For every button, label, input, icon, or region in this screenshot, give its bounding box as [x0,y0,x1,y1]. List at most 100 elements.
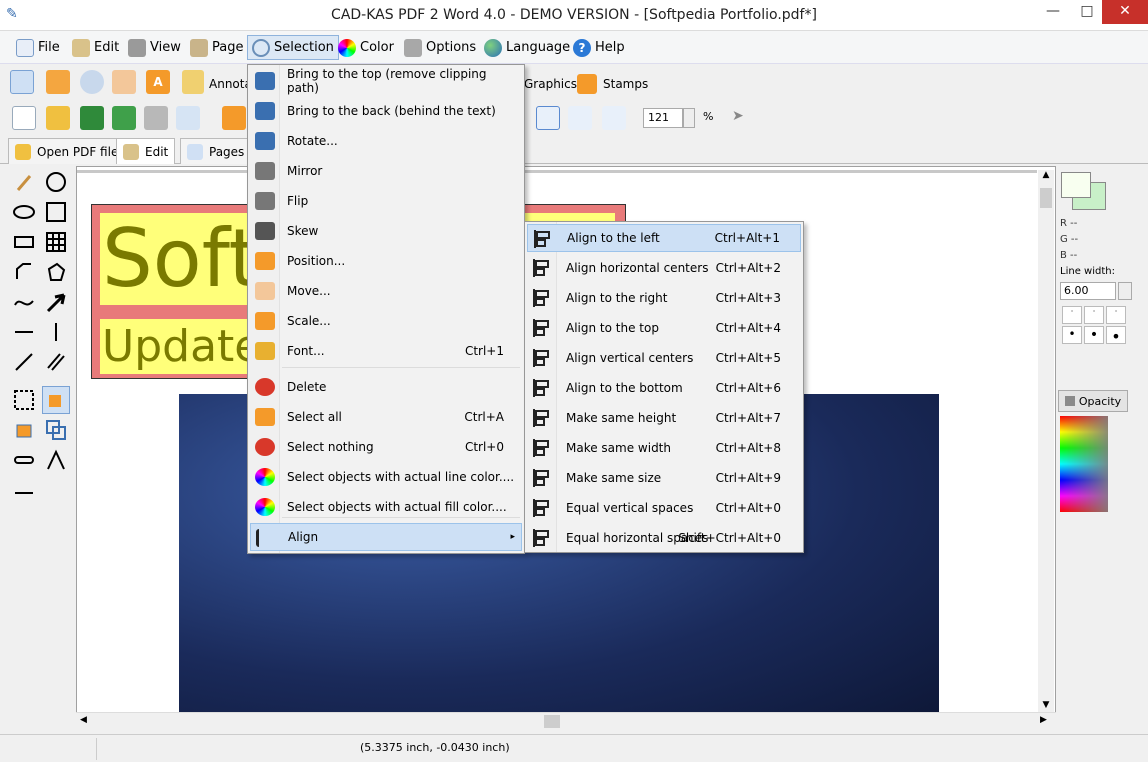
stamps-label[interactable]: Stamps [603,77,648,91]
zoom-button[interactable] [80,70,104,94]
baseline-tool[interactable] [10,476,38,504]
rectangle-tool[interactable] [42,198,70,226]
horizontal-scroll-thumb[interactable] [544,715,560,728]
close-button[interactable]: ✕ [1102,0,1148,24]
zoom-spinner[interactable] [683,108,695,128]
brush-tool[interactable] [10,168,38,196]
text-tool-button[interactable]: A [146,70,170,94]
group-select-tool[interactable] [42,416,70,444]
dot-size-5[interactable]: • [1084,326,1104,344]
line-width-input[interactable]: 6.00 [1060,282,1116,300]
first-page-button[interactable] [222,106,246,130]
table-tool[interactable] [42,228,70,256]
scroll-up-arrow[interactable]: ▲ [1040,170,1052,184]
submenu-item-align-vertical-centers[interactable]: Align vertical centers Ctrl+Alt+5 [527,344,801,372]
menu-selection[interactable]: Selection [247,35,339,60]
fit-height-button[interactable] [568,106,592,130]
hline-tool[interactable] [10,318,38,346]
vertical-scrollbar[interactable]: ▲ ▼ [1038,170,1054,716]
menu-item-bring-to-the-back-behind-the-text[interactable]: Bring to the back (behind the text) [250,97,522,125]
fill-tool[interactable] [42,386,70,414]
maximize-button[interactable]: □ [1070,0,1104,24]
double-line-tool[interactable] [42,348,70,376]
dot-size-6[interactable]: • [1106,326,1126,346]
cursor-icon[interactable]: ➤ [732,108,746,126]
line-color-swatch[interactable] [1061,172,1091,198]
pointer-tool-button[interactable] [10,70,34,94]
menu-item-delete[interactable]: Delete [250,373,522,401]
save-button[interactable] [80,106,104,130]
submenu-item-align-to-the-left[interactable]: Align to the left Ctrl+Alt+1 [527,224,801,252]
menu-item-select-all[interactable]: Select all Ctrl+A [250,403,522,431]
curve-tool[interactable] [10,288,38,316]
print-button[interactable] [144,106,168,130]
menu-edit[interactable]: Edit [68,35,123,60]
menu-view[interactable]: View [124,35,185,60]
color-spectrum[interactable] [1060,416,1108,512]
graphics-label[interactable]: Graphics [524,77,577,91]
dot-size-1[interactable]: · [1062,306,1082,324]
menu-item-mirror[interactable]: Mirror [250,157,522,185]
tab-pages[interactable]: Pages [180,138,252,164]
menu-item-bring-to-the-top-remove-clipping-path[interactable]: Bring to the top (remove clipping path) [250,67,522,95]
opacity-button[interactable]: Opacity [1058,390,1128,412]
submenu-item-make-same-height[interactable]: Make same height Ctrl+Alt+7 [527,404,801,432]
ellipse-tool[interactable] [10,198,38,226]
annotation-label[interactable]: Annota [209,77,252,91]
hand-button[interactable] [112,70,136,94]
thick-line-tool[interactable] [10,446,38,474]
dot-size-3[interactable]: · [1106,306,1126,324]
menu-help[interactable]: ? Help [569,35,629,60]
menu-item-position[interactable]: Position... [250,247,522,275]
save-as-button[interactable] [112,106,136,130]
polyline-tool[interactable] [10,258,38,286]
menu-item-select-nothing[interactable]: Select nothing Ctrl+0 [250,433,522,461]
rect-outline-tool[interactable] [10,228,38,256]
polygon-tool[interactable] [42,258,70,286]
menu-language[interactable]: Language [480,35,574,60]
menu-options[interactable]: Options [400,35,480,60]
scroll-left-arrow[interactable]: ◀ [80,715,87,725]
menu-file[interactable]: File [12,35,64,60]
line-width-spinner[interactable] [1118,282,1132,300]
submenu-item-align-to-the-top[interactable]: Align to the top Ctrl+Alt+4 [527,314,801,342]
tab-edit[interactable]: Edit [116,138,176,164]
fill-select-tool[interactable] [10,416,38,444]
vline-tool[interactable] [42,318,70,346]
menu-item-scale[interactable]: Scale... [250,307,522,335]
dot-size-4[interactable]: • [1062,326,1082,344]
vertical-scroll-thumb[interactable] [1040,188,1052,208]
submenu-item-equal-horizontal-spaces[interactable]: Equal horizontal spaces Shift+Ctrl+Alt+0 [527,524,801,552]
angle-tool[interactable] [42,446,70,474]
submenu-item-align-to-the-right[interactable]: Align to the right Ctrl+Alt+3 [527,284,801,312]
tab-open-pdf[interactable]: Open PDF file [8,138,126,164]
horizontal-scrollbar[interactable]: ◀ ▶ [76,712,1056,730]
arrow-tool[interactable] [42,288,70,316]
submenu-item-make-same-width[interactable]: Make same width Ctrl+Alt+8 [527,434,801,462]
menu-item-skew[interactable]: Skew [250,217,522,245]
submenu-item-align-horizontal-centers[interactable]: Align horizontal centers Ctrl+Alt+2 [527,254,801,282]
select-dashed-tool[interactable] [10,386,38,414]
menu-page[interactable]: Page [186,35,247,60]
menu-item-move[interactable]: Move... [250,277,522,305]
menu-item-font[interactable]: Font... Ctrl+1 [250,337,522,365]
circle-tool[interactable] [42,168,70,196]
open-button[interactable] [46,106,70,130]
line-tool[interactable] [10,348,38,376]
menu-item-select-objects-with-actual-line-color[interactable]: Select objects with actual line color...… [250,463,522,491]
new-button[interactable] [12,106,36,130]
scroll-right-arrow[interactable]: ▶ [1040,715,1047,725]
submenu-item-equal-vertical-spaces[interactable]: Equal vertical spaces Ctrl+Alt+0 [527,494,801,522]
submenu-item-align-to-the-bottom[interactable]: Align to the bottom Ctrl+Alt+6 [527,374,801,402]
zoom-100-button[interactable] [536,106,560,130]
menu-item-rotate[interactable]: Rotate... [250,127,522,155]
select-rect-button[interactable] [46,70,70,94]
menu-item-flip[interactable]: Flip [250,187,522,215]
fit-width-button[interactable] [602,106,626,130]
minimize-button[interactable]: — [1036,0,1070,24]
menu-color[interactable]: Color [334,35,398,60]
submenu-item-make-same-size[interactable]: Make same size Ctrl+Alt+9 [527,464,801,492]
undo-button[interactable] [176,106,200,130]
dot-size-2[interactable]: · [1084,306,1104,324]
zoom-input[interactable]: 121 [643,108,683,128]
